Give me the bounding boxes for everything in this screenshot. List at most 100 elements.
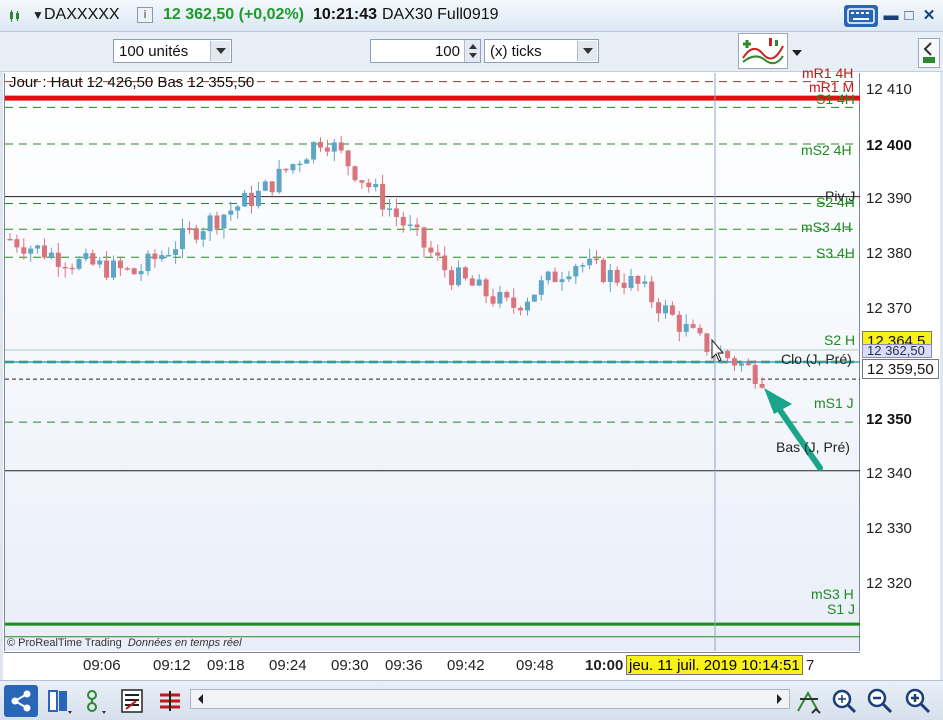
y-tick: 12 390 <box>866 190 912 207</box>
candle-body <box>738 363 744 366</box>
layout-icon[interactable] <box>44 685 74 717</box>
candle-body <box>518 307 524 311</box>
candle-body <box>269 181 275 193</box>
candle-body <box>614 269 620 283</box>
candle-body <box>166 254 172 257</box>
zoom-fit-icon[interactable] <box>828 685 858 717</box>
scroll-left-icon[interactable] <box>193 691 209 707</box>
candle-body <box>628 275 634 288</box>
candle-body <box>725 351 731 359</box>
candle-body <box>456 267 461 286</box>
candle-body <box>255 190 261 207</box>
y-tick: 12 400 <box>866 137 912 154</box>
candle-body <box>669 305 675 315</box>
candle-body <box>193 228 199 240</box>
candle-body <box>69 267 75 270</box>
y-tick: 12 410 <box>866 81 912 98</box>
candle-body <box>621 282 627 288</box>
candle-body <box>573 266 579 277</box>
copyright: © ProRealTime Trading Données en temps r… <box>7 637 242 649</box>
candle-body <box>400 216 406 226</box>
prorealtime-window: ▼ DAXXXXX i 12 362,50 (+0,02%) 10:21:43 … <box>0 0 943 720</box>
candle-body <box>345 150 351 167</box>
candle-body <box>580 265 586 267</box>
level-ms3-4h: mS3 4H <box>801 219 852 235</box>
candle-body <box>497 292 503 304</box>
x-tick: 09:42 <box>447 657 485 674</box>
candle-body <box>297 163 303 166</box>
candle-body <box>428 247 434 253</box>
candle-body <box>442 255 448 271</box>
copyright-text: © ProRealTime Trading <box>7 637 122 649</box>
candle-body <box>476 279 482 286</box>
zoom-out-icon[interactable] <box>864 685 894 717</box>
candle-body <box>359 180 365 183</box>
cursor-time-box: jeu. 11 juil. 2019 10:14:51 <box>626 655 803 675</box>
zoom-in-icon[interactable] <box>902 685 932 717</box>
candle-body <box>290 164 296 171</box>
candle-body <box>242 192 248 207</box>
candle-body <box>414 224 420 228</box>
candle-body <box>752 365 758 384</box>
fit-chart-icon[interactable] <box>794 685 824 717</box>
orders-icon[interactable] <box>156 685 186 717</box>
x-tick: 10:00 <box>585 657 624 674</box>
candle-body <box>525 301 530 311</box>
candle-body <box>407 224 413 227</box>
candle-body <box>152 253 158 260</box>
candle-body <box>449 270 455 286</box>
candle-body <box>483 279 489 297</box>
cursor-price-box: 12 359,50 <box>862 359 939 379</box>
candle-body <box>338 142 344 151</box>
candle-body <box>600 259 606 283</box>
close-price-box: 12 362,50 <box>862 344 932 358</box>
draw-tools-icon[interactable] <box>82 685 112 717</box>
level-ms2-4h: mS2 4H <box>801 142 852 158</box>
scroll-right-icon[interactable] <box>771 691 787 707</box>
candle-body <box>545 271 551 281</box>
candlesticks <box>7 135 765 389</box>
y-tick: 12 380 <box>866 245 912 262</box>
candle-body <box>83 253 89 260</box>
candle-body <box>221 214 227 229</box>
candle-body <box>304 159 310 164</box>
candle-body <box>690 324 696 328</box>
candle-body <box>131 268 137 275</box>
candle-body <box>249 192 254 207</box>
candle-body <box>352 166 358 181</box>
level-s3-4h: S3 4H <box>816 245 855 261</box>
candle-body <box>462 267 468 279</box>
candle-body <box>587 258 593 266</box>
candle-body <box>642 281 648 284</box>
candle-body <box>511 297 517 308</box>
candle-body <box>262 181 268 191</box>
candle-body <box>607 269 613 283</box>
candle-body <box>117 260 123 269</box>
candle-body <box>283 168 289 171</box>
candle-body <box>200 231 206 240</box>
candle-body <box>324 147 330 152</box>
candle-body <box>393 208 399 217</box>
candle-body <box>649 281 655 303</box>
candle-body <box>276 168 282 193</box>
candle-body <box>366 182 372 188</box>
level-ms1-j: mS1 J <box>814 395 854 411</box>
x-tick: 09:12 <box>153 657 191 674</box>
candle-body <box>490 296 496 304</box>
list-icon[interactable] <box>118 685 148 717</box>
candle-body <box>21 247 27 254</box>
share-icon[interactable] <box>4 685 38 717</box>
candle-body <box>745 363 751 366</box>
candle-body <box>7 238 13 241</box>
candle-body <box>55 252 61 267</box>
candle-body <box>90 253 96 265</box>
candle-body <box>207 215 213 232</box>
chart-scrollbar[interactable] <box>190 689 790 709</box>
candle-body <box>97 260 103 265</box>
candle-body <box>531 294 537 302</box>
candle-body <box>28 248 34 254</box>
y-tick: 12 350 <box>866 411 912 428</box>
level-bas: Bas (J, Pré) <box>776 439 850 455</box>
candle-body <box>159 255 165 260</box>
annotation-arrow-shaft <box>772 400 823 471</box>
